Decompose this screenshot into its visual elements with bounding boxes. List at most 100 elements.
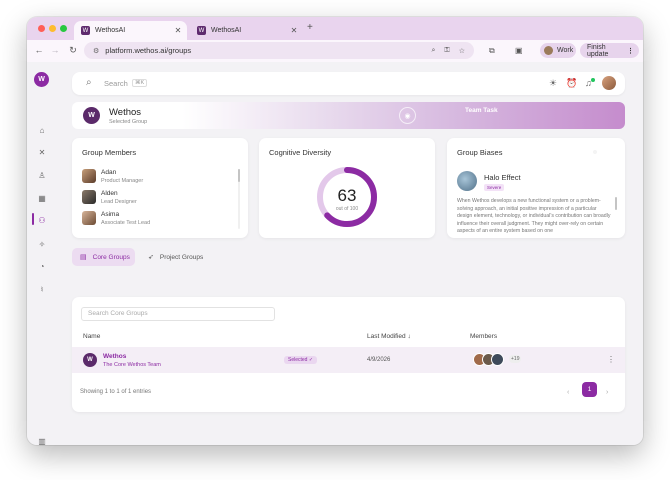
side-panel-icon[interactable]: ▣ (515, 46, 523, 55)
site-settings-icon[interactable]: ⚙ (93, 47, 99, 55)
group-biases-card: Group Biases Halo Effect Severe When Wet… (447, 138, 625, 238)
members-scroll-thumb[interactable] (238, 169, 240, 182)
column-header-name[interactable]: Name (83, 333, 100, 340)
row-group-name[interactable]: Wethos (103, 353, 126, 360)
tab-project-groups[interactable]: ➶ Project Groups (140, 248, 210, 266)
close-window-button[interactable] (38, 25, 45, 32)
member-avatar (491, 353, 504, 366)
search-placeholder: Search (104, 79, 128, 88)
tab-core-groups[interactable]: ▤ Core Groups (72, 248, 135, 266)
cognitive-diversity-card: Cognitive Diversity 63 out of 100 (259, 138, 435, 238)
tab-strip: W WethosAI ✕ W WethosAI ✕ + (27, 17, 643, 40)
search-shortcut-badge: ⌘K (132, 79, 148, 87)
pagination-summary: Showing 1 to 1 of 1 entries (80, 389, 152, 395)
browser-window: W WethosAI ✕ W WethosAI ✕ + ← → ↻ ⚙ plat… (27, 17, 643, 445)
lightbulb-icon[interactable]: ✧ (35, 237, 49, 251)
group-avatar: W (83, 107, 100, 124)
tab-label: Core Groups (92, 253, 130, 261)
row-actions-icon[interactable]: ⋮ (607, 355, 615, 364)
briefcase-icon: ▤ (80, 254, 87, 261)
member-item[interactable]: Alden Lead Designer (82, 190, 232, 208)
microphone-icon[interactable]: ♮ (35, 282, 49, 296)
selected-badge: Selected ✓ (284, 356, 318, 364)
app-body: W ⌂ ✕ ♙ ▦ ⚇ ✧ ◔ ♮ ▥ ⌕ Search ⌘K ☀ ⏰ ♫ W … (27, 62, 643, 445)
column-header-members: Members (470, 333, 498, 340)
password-key-icon[interactable]: ⚿ (444, 47, 449, 55)
column-header-last-modified[interactable]: Last Modified ↓ (367, 333, 411, 340)
theme-sun-icon[interactable]: ☀ (549, 78, 557, 89)
member-name: Asima (101, 211, 120, 218)
card-indicator-dot (593, 150, 597, 154)
rocket-icon: ➶ (148, 254, 154, 261)
home-icon[interactable]: ⌂ (35, 123, 49, 137)
maximize-window-button[interactable] (60, 25, 67, 32)
url-text: platform.wethos.ai/groups (105, 46, 192, 55)
card-title: Group Biases (457, 148, 503, 157)
member-role: Associate Test Lead (101, 220, 151, 226)
table-row[interactable]: W Wethos The Core Wethos Team Selected ✓… (72, 347, 625, 373)
address-bar[interactable]: ⚙ platform.wethos.ai/groups ⌕ ⚿ ☆ (84, 42, 474, 59)
favicon-icon: W (81, 26, 90, 35)
new-tab-icon[interactable]: + (307, 22, 313, 33)
wethos-logo-icon[interactable]: W (34, 72, 49, 87)
member-item[interactable]: Asima Associate Test Lead (82, 211, 232, 229)
member-avatar (82, 190, 96, 204)
bias-name: Halo Effect (484, 173, 521, 182)
banner-decoration-icon: ◉ (399, 107, 416, 124)
bias-scroll-thumb[interactable] (615, 197, 617, 210)
page-button-current[interactable]: 1 (582, 382, 597, 397)
bias-severity-badge: Severe (484, 184, 505, 191)
sidebar: W ⌂ ✕ ♙ ▦ ⚇ ✧ ◔ ♮ ▥ (27, 62, 56, 445)
diversity-score: 63 (337, 186, 357, 205)
card-title: Cognitive Diversity (269, 148, 332, 157)
extensions-icon[interactable]: ⧉ (489, 46, 495, 56)
tools-icon[interactable]: ✕ (35, 145, 49, 159)
zoom-icon[interactable]: ⌕ (431, 47, 435, 55)
bookmark-star-icon[interactable]: ☆ (459, 47, 465, 55)
more-members-count: +19 (509, 355, 522, 363)
next-page-icon[interactable]: › (606, 389, 608, 396)
member-role: Lead Designer (101, 199, 137, 205)
tab-title: WethosAI (211, 27, 242, 34)
person-icon[interactable]: ♙ (35, 168, 49, 182)
notification-dot (591, 78, 595, 82)
profile-button[interactable]: Work (540, 43, 576, 58)
group-name: Wethos (109, 107, 142, 118)
finish-update-button[interactable]: Finish update ⋮ (580, 43, 639, 58)
member-item[interactable]: Adan Product Manager (82, 169, 232, 187)
core-groups-search-input[interactable]: Search Core Groups (81, 307, 275, 321)
groups-icon[interactable]: ⚇ (35, 213, 49, 227)
banner-task-title: Team Task (465, 107, 498, 114)
alarm-icon[interactable]: ⏰ (566, 78, 577, 89)
core-groups-table-card: Search Core Groups Name Last Modified ↓ … (72, 297, 625, 412)
back-arrow-icon[interactable]: ← (33, 45, 45, 55)
group-subtitle: Selected Group (109, 119, 148, 125)
minimize-window-button[interactable] (49, 25, 56, 32)
browser-tab-inactive[interactable]: W WethosAI ✕ (190, 21, 303, 40)
bias-description: When Wethos develops a new functional sy… (457, 198, 611, 233)
global-search-bar[interactable]: ⌕ Search ⌘K ☀ ⏰ ♫ (72, 72, 625, 95)
diversity-max-label: out of 100 (335, 206, 359, 212)
calendar-icon[interactable]: ▦ (35, 191, 49, 205)
member-name: Alden (101, 190, 118, 197)
previous-page-icon[interactable]: ‹ (567, 389, 569, 396)
close-tab-icon[interactable]: ✕ (289, 26, 299, 35)
browser-menu-icon[interactable]: ⋮ (627, 47, 634, 55)
tab-title: WethosAI (95, 27, 126, 34)
user-avatar[interactable] (602, 76, 616, 90)
card-title: Group Members (82, 148, 137, 157)
update-label: Finish update (587, 43, 609, 58)
favicon-icon: W (197, 26, 206, 35)
collapse-sidebar-icon[interactable]: ▥ (35, 434, 49, 446)
browser-tab-active[interactable]: W WethosAI ✕ (74, 21, 187, 40)
browser-toolbar: ← → ↻ ⚙ platform.wethos.ai/groups ⌕ ⚿ ☆ … (27, 40, 643, 62)
gauge-icon[interactable]: ◔ (35, 259, 49, 273)
tab-label: Project Groups (159, 253, 204, 261)
bias-illustration-icon (457, 171, 477, 191)
selected-group-banner: W Wethos Selected Group ◉ Team Task (72, 102, 625, 129)
forward-arrow-icon[interactable]: → (49, 45, 61, 55)
profile-avatar (544, 46, 553, 55)
close-tab-icon[interactable]: ✕ (173, 26, 183, 35)
reload-icon[interactable]: ↻ (67, 45, 79, 56)
row-last-modified: 4/9/2026 (367, 357, 391, 363)
